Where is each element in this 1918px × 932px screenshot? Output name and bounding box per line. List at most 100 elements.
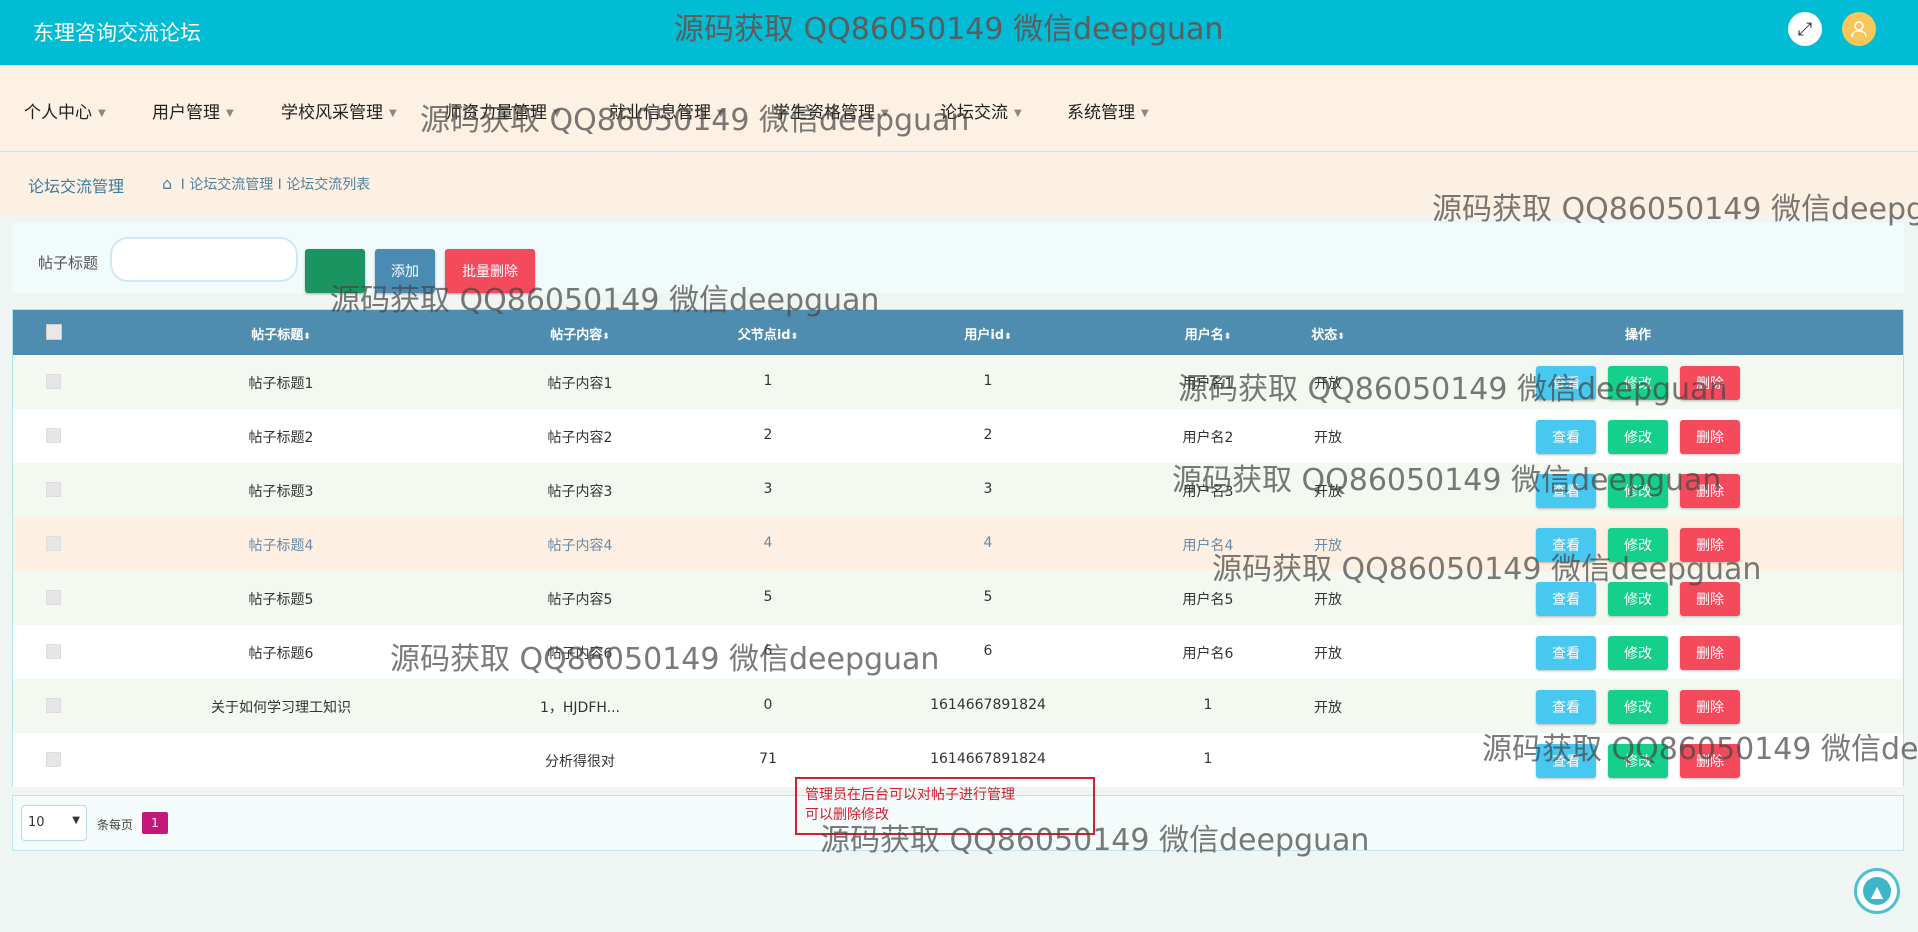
column-header[interactable]: 帖子标题⬍ bbox=[251, 324, 311, 343]
username-cell: 用户名5 bbox=[1182, 592, 1234, 608]
user-avatar-icon bbox=[1851, 21, 1867, 38]
table-row[interactable]: 帖子标题2 帖子内容2 2 2 用户名2 开放 查看 修改 删除 bbox=[13, 409, 1903, 463]
user-id-cell: 1614667891824 bbox=[930, 751, 1046, 767]
nav-item-forum[interactable]: 论坛交流 ▼ bbox=[940, 98, 1022, 123]
post-title-cell: 帖子标题1 bbox=[248, 376, 314, 392]
row-checkbox[interactable] bbox=[46, 536, 61, 551]
edit-button[interactable]: 修改 bbox=[1608, 528, 1668, 562]
edit-button[interactable]: 修改 bbox=[1608, 582, 1668, 616]
table-row[interactable]: 帖子标题6 帖子内容6 6 6 用户名6 开放 查看 修改 删除 bbox=[13, 625, 1903, 679]
breadcrumb-item[interactable]: 论坛交流管理 bbox=[189, 177, 273, 193]
view-button[interactable]: 查看 bbox=[1536, 582, 1596, 616]
username-cell: 用户名1 bbox=[1182, 376, 1234, 392]
column-header[interactable]: 用户id⬍ bbox=[964, 324, 1011, 343]
sort-icon: ⬍ bbox=[303, 332, 311, 342]
chevron-down-icon: ▼ bbox=[226, 108, 234, 119]
annotation-note: 管理员在后台可以对帖子进行管理 可以删除修改 bbox=[795, 777, 1095, 835]
delete-button[interactable]: 删除 bbox=[1680, 582, 1740, 616]
chevron-down-icon: ▼ bbox=[389, 108, 397, 119]
back-to-top-button[interactable]: ▲ bbox=[1854, 868, 1900, 914]
post-content-cell: 1，HJDFH... bbox=[539, 700, 621, 716]
row-checkbox[interactable] bbox=[46, 374, 61, 389]
row-checkbox[interactable] bbox=[46, 428, 61, 443]
column-header[interactable]: 用户名⬍ bbox=[1185, 324, 1232, 343]
select-all-checkbox[interactable] bbox=[46, 324, 62, 340]
chevron-down-icon: ▼ bbox=[98, 108, 106, 119]
post-title-cell: 帖子标题6 bbox=[248, 646, 314, 662]
chevron-down-icon: ▼ bbox=[553, 108, 561, 119]
user-id-cell: 3 bbox=[983, 481, 993, 497]
user-avatar-button[interactable] bbox=[1842, 12, 1876, 46]
username-cell: 用户名4 bbox=[1182, 538, 1234, 554]
delete-button[interactable]: 删除 bbox=[1680, 366, 1740, 400]
view-button[interactable]: 查看 bbox=[1536, 636, 1596, 670]
edit-button[interactable]: 修改 bbox=[1608, 744, 1668, 778]
search-button[interactable]: 查询 bbox=[305, 249, 365, 293]
table-row[interactable]: 帖子标题5 帖子内容5 5 5 用户名5 开放 查看 修改 删除 bbox=[13, 571, 1903, 625]
view-button[interactable]: 查看 bbox=[1536, 528, 1596, 562]
edit-button[interactable]: 修改 bbox=[1608, 636, 1668, 670]
table-row[interactable]: 帖子标题3 帖子内容3 3 3 用户名3 开放 查看 修改 删除 bbox=[13, 463, 1903, 517]
nav-item-employment[interactable]: 就业信息管理 ▼ bbox=[609, 98, 725, 123]
view-button[interactable]: 查看 bbox=[1536, 420, 1596, 454]
page-number-button[interactable]: 1 bbox=[142, 812, 168, 834]
delete-button[interactable]: 删除 bbox=[1680, 528, 1740, 562]
column-header[interactable]: 父节点id⬍ bbox=[738, 324, 798, 343]
row-checkbox[interactable] bbox=[46, 752, 61, 767]
chevron-down-icon: ▼ bbox=[72, 815, 80, 826]
nav-item-user-management[interactable]: 用户管理 ▼ bbox=[152, 98, 234, 123]
username-cell: 1 bbox=[1203, 697, 1213, 713]
username-cell: 用户名3 bbox=[1182, 484, 1234, 500]
user-id-cell: 2 bbox=[983, 427, 993, 443]
delete-button[interactable]: 删除 bbox=[1680, 690, 1740, 724]
batch-delete-button[interactable]: 批量删除 bbox=[445, 249, 535, 293]
fullscreen-button[interactable]: ⤢ bbox=[1788, 12, 1822, 46]
table-row[interactable]: 关于如何学习理工知识 1，HJDFH... 0 1614667891824 1 开放 查看修… bbox=[13, 679, 1903, 733]
column-header[interactable]: 帖子内容⬍ bbox=[550, 324, 610, 343]
sort-icon: ⬍ bbox=[790, 332, 799, 342]
post-content-cell: 帖子内容1 bbox=[547, 376, 613, 392]
table-row[interactable]: 帖子标题4 帖子内容4 4 4 用户名4 开放 查看 修改 删除 bbox=[13, 517, 1903, 571]
view-button[interactable]: 查看 bbox=[1536, 474, 1596, 508]
breadcrumb-bar: 论坛交流管理 ⌂ I 论坛交流管理 I 论坛交流列表 bbox=[0, 153, 1918, 216]
edit-button[interactable]: 修改 bbox=[1608, 474, 1668, 508]
edit-button[interactable]: 修改 bbox=[1608, 690, 1668, 724]
chevron-down-icon: ▼ bbox=[1141, 108, 1149, 119]
nav-item-faculty[interactable]: 师资力量管理 ▼ bbox=[445, 98, 561, 123]
user-id-cell: 1 bbox=[983, 373, 993, 389]
row-checkbox[interactable] bbox=[46, 644, 61, 659]
arrow-up-icon: ▲ bbox=[1863, 877, 1891, 905]
edit-button[interactable]: 修改 bbox=[1608, 366, 1668, 400]
username-cell: 用户名6 bbox=[1182, 646, 1234, 662]
home-icon[interactable]: ⌂ bbox=[162, 174, 172, 193]
main-nav: 个人中心 ▼ 用户管理 ▼ 学校风采管理 ▼ 师资力量管理 ▼ 就业信息管理 ▼ 学生资格… bbox=[0, 65, 1918, 152]
delete-button[interactable]: 删除 bbox=[1680, 420, 1740, 454]
post-content-cell: 帖子内容4 bbox=[547, 538, 613, 554]
parent-id-cell: 2 bbox=[763, 427, 773, 443]
delete-button[interactable]: 删除 bbox=[1680, 744, 1740, 778]
status-cell: 开放 bbox=[1314, 484, 1342, 500]
nav-item-system[interactable]: 系统管理 ▼ bbox=[1067, 98, 1149, 123]
view-button[interactable]: 查看 bbox=[1536, 744, 1596, 778]
table-row[interactable]: 帖子标题1 帖子内容1 1 1 用户名1 开放 查看 修改 删除 bbox=[13, 355, 1903, 409]
nav-item-personal-center[interactable]: 个人中心 ▼ bbox=[24, 98, 106, 123]
row-checkbox[interactable] bbox=[46, 698, 61, 713]
row-checkbox[interactable] bbox=[46, 482, 61, 497]
chevron-down-icon: ▼ bbox=[881, 108, 889, 119]
page-size-select[interactable]: 10 ▼ bbox=[21, 805, 87, 841]
view-button[interactable]: 查看 bbox=[1536, 366, 1596, 400]
nav-item-student-qualification[interactable]: 学生资格管理 ▼ bbox=[773, 98, 889, 123]
table-header: 帖子标题⬍ 帖子内容⬍ 父节点id⬍ 用户id⬍ 用户名⬍ 状态⬍ 操作 bbox=[13, 310, 1903, 355]
search-input[interactable] bbox=[110, 237, 298, 282]
row-checkbox[interactable] bbox=[46, 590, 61, 605]
parent-id-cell: 5 bbox=[763, 589, 773, 605]
post-title-cell: 帖子标题2 bbox=[248, 430, 314, 446]
nav-item-school-style[interactable]: 学校风采管理 ▼ bbox=[281, 98, 397, 123]
delete-button[interactable]: 删除 bbox=[1680, 474, 1740, 508]
delete-button[interactable]: 删除 bbox=[1680, 636, 1740, 670]
add-button[interactable]: 添加 bbox=[375, 249, 435, 293]
edit-button[interactable]: 修改 bbox=[1608, 420, 1668, 454]
user-id-cell: 6 bbox=[983, 643, 993, 659]
view-button[interactable]: 查看 bbox=[1536, 690, 1596, 724]
column-header[interactable]: 状态⬍ bbox=[1311, 324, 1345, 343]
